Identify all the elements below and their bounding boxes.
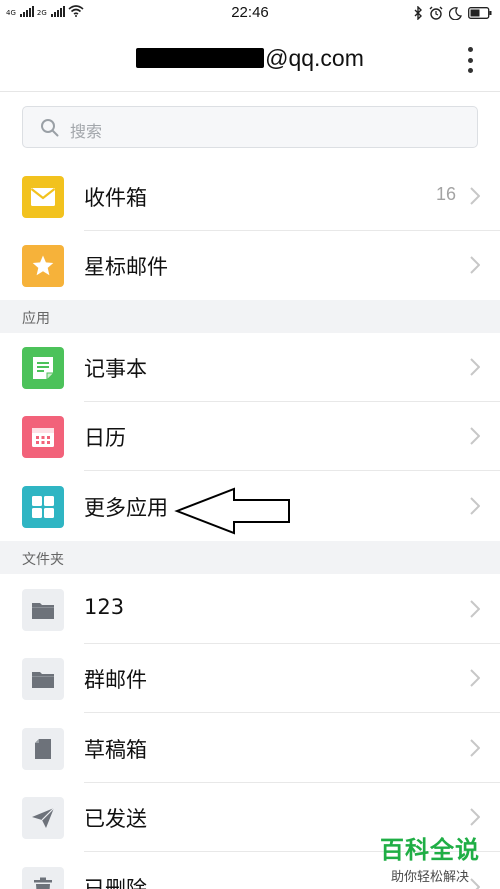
search-placeholder: 搜索 <box>70 122 103 141</box>
app-header: @qq.com <box>0 28 500 92</box>
section-header-folders: 文件夹 <box>0 541 500 574</box>
list-item-notes[interactable]: 记事本 <box>0 333 500 402</box>
more-apps-label: 更多应用 <box>84 496 168 520</box>
divider <box>84 470 500 471</box>
list-item-group-mail[interactable]: 群邮件 <box>0 644 500 713</box>
trash-icon <box>22 867 64 889</box>
folder-icon <box>22 589 64 631</box>
notes-label: 记事本 <box>84 357 147 381</box>
chevron-right-icon <box>470 600 480 618</box>
moon-icon <box>449 6 462 20</box>
watermark-title: 百科全说 <box>380 836 480 864</box>
annotation-arrow-icon <box>174 487 290 535</box>
calendar-label: 日历 <box>84 426 126 450</box>
account-email[interactable]: @qq.com <box>0 45 500 72</box>
account-email-domain: @qq.com <box>265 45 364 71</box>
notes-icon <box>22 347 64 389</box>
chevron-right-icon <box>470 358 480 376</box>
inbox-icon <box>22 176 64 218</box>
deleted-label: 已删除 <box>84 877 147 889</box>
watermark-subtitle: 助你轻松解决 <box>390 870 469 885</box>
inbox-unread-count: 16 <box>435 184 456 204</box>
drafts-label: 草稿箱 <box>84 738 147 762</box>
chevron-right-icon <box>470 808 480 826</box>
status-bar: 4G 2G 22:46 <box>0 0 500 28</box>
folder-123-label: 123 <box>84 595 125 619</box>
section-title-apps: 应用 <box>22 311 50 327</box>
bluetooth-icon <box>414 6 422 20</box>
alarm-icon <box>429 6 443 20</box>
chevron-right-icon <box>470 256 480 274</box>
search-icon <box>41 119 59 137</box>
chevron-right-icon <box>470 739 480 757</box>
inbox-label: 收件箱 <box>84 186 147 210</box>
search-input[interactable]: 搜索 <box>22 106 478 148</box>
chevron-right-icon <box>470 427 480 445</box>
list-item-drafts[interactable]: 草稿箱 <box>0 714 500 783</box>
sent-label: 已发送 <box>84 807 147 831</box>
section-title-folders: 文件夹 <box>22 552 64 568</box>
redacted-username <box>136 48 265 68</box>
search-area: 搜索 <box>0 92 500 162</box>
star-icon <box>22 245 64 287</box>
more-apps-icon <box>22 486 64 528</box>
section-header-apps: 应用 <box>0 300 500 333</box>
more-options-icon[interactable] <box>460 45 480 75</box>
draft-icon <box>22 728 64 770</box>
chevron-right-icon <box>470 187 480 205</box>
chevron-right-icon <box>470 669 480 687</box>
group-mail-label: 群邮件 <box>84 668 147 692</box>
divider <box>84 712 500 713</box>
list-item-calendar[interactable]: 日历 <box>0 402 500 471</box>
watermark-logo: 百科全说 助你轻松解决 <box>370 830 490 885</box>
status-icons-right <box>414 6 492 20</box>
chevron-right-icon <box>470 497 480 515</box>
sent-icon <box>22 797 64 839</box>
starred-label: 星标邮件 <box>84 255 168 279</box>
list-item-inbox[interactable]: 收件箱 16 <box>0 162 500 231</box>
calendar-icon <box>22 416 64 458</box>
folder-icon <box>22 658 64 700</box>
list-item-folder-123[interactable]: 123 <box>0 575 500 644</box>
battery-icon <box>468 7 492 19</box>
list-item-starred[interactable]: 星标邮件 <box>0 231 500 300</box>
